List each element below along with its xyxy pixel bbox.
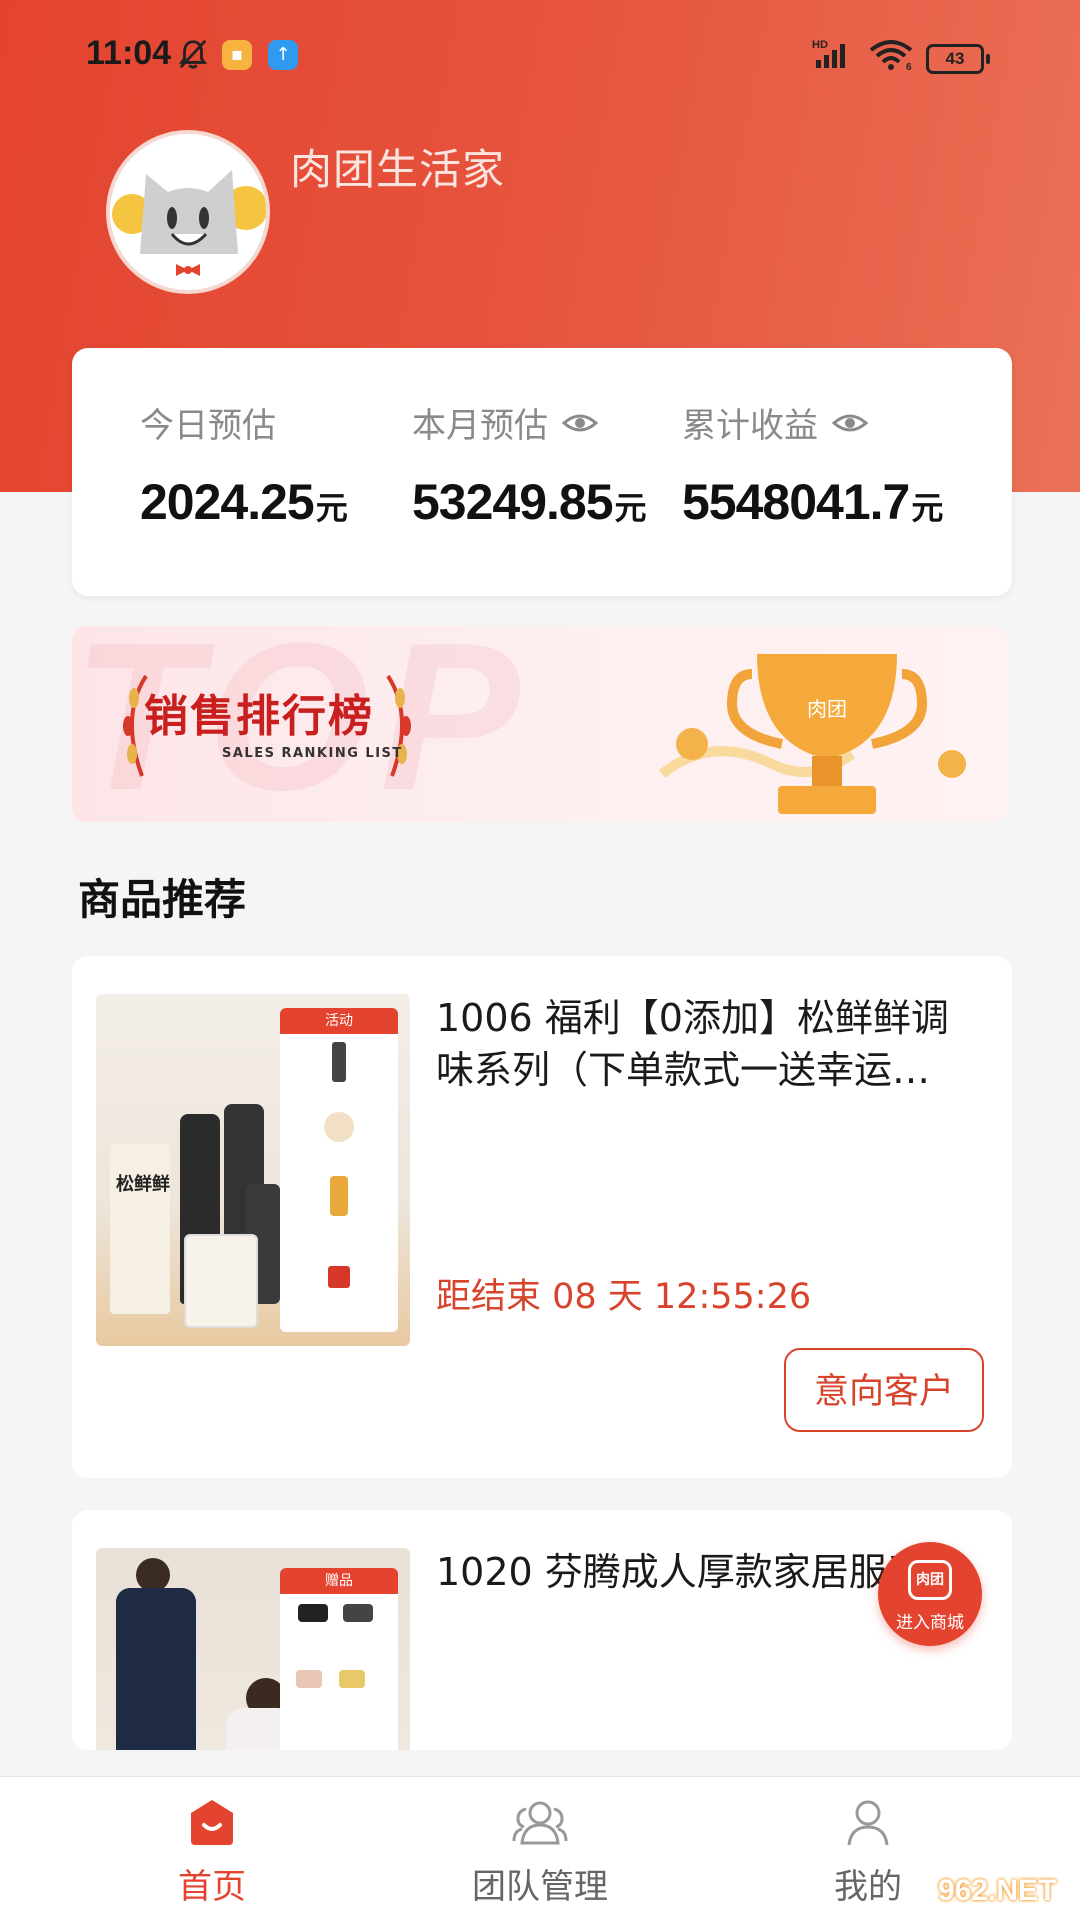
sales-ranking-banner[interactable]: TOP 销售排行榜 SALES RANKING LIST 肉团	[72, 626, 1008, 822]
product-card[interactable]: 赠品 1020 芬腾成人厚款家居服系列	[72, 1510, 1012, 1750]
banner-title: 销售排行榜	[144, 691, 374, 742]
product-title[interactable]: 1006 福利【0添加】松鲜鲜调味系列（下单款式一送幸运…	[436, 992, 972, 1096]
earning-today[interactable]: 今日预估 2024.25元	[140, 398, 348, 531]
gift-tag: 赠品	[280, 1568, 398, 1594]
tab-home[interactable]: 首页	[112, 1797, 312, 1908]
home-icon	[191, 1800, 233, 1845]
product-brand-text: 松鲜鲜	[116, 1174, 170, 1195]
svg-text:6: 6	[906, 62, 912, 70]
earning-month-label: 本月预估	[412, 406, 548, 446]
eye-icon[interactable]	[562, 411, 598, 435]
earning-today-label: 今日预估	[140, 406, 276, 446]
intent-customer-button[interactable]: 意向客户	[784, 1348, 984, 1432]
bell-mute-icon	[178, 39, 208, 69]
enter-mall-button[interactable]: 肉团 进入商城	[878, 1542, 982, 1646]
earning-today-value: 2024.25	[140, 474, 315, 530]
mall-icon: 肉团	[908, 1560, 952, 1600]
earning-month-unit: 元	[614, 490, 647, 526]
watermark: 962.NET	[938, 1874, 1057, 1907]
brand-name: 肉团生活家	[290, 145, 506, 194]
product-card[interactable]: 活动 松鲜鲜 1006 福利【0添加】松鲜鲜调味系列（下单款式一送幸运… 距结束…	[72, 956, 1012, 1478]
avatar[interactable]	[106, 130, 270, 294]
tab-home-label: 首页	[178, 1867, 246, 1907]
status-bar: 11:04 ▪ ↑ HD 6 43	[0, 0, 1080, 110]
earning-total-label: 累计收益	[682, 406, 818, 446]
mascot-avatar-icon	[110, 134, 266, 290]
tab-team-label: 团队管理	[472, 1867, 608, 1907]
earning-total-unit: 元	[911, 490, 943, 526]
banner-subtitle: SALES RANKING LIST	[222, 746, 403, 761]
gift-panel: 赠品	[280, 1568, 398, 1750]
promo-panel: 活动	[280, 1008, 398, 1332]
section-title: 商品推荐	[78, 875, 247, 924]
trophy-icon: 肉团	[658, 654, 966, 814]
earning-total-value: 5548041.7	[682, 474, 910, 530]
user-icon	[847, 1800, 889, 1846]
earning-today-unit: 元	[315, 490, 348, 526]
laurel-right-icon	[386, 674, 411, 777]
earnings-card: 今日预估 2024.25元 本月预估 53249.85元 累计收益 554804…	[72, 348, 1012, 596]
tab-team-management[interactable]: 团队管理	[440, 1797, 640, 1908]
countdown-timer: 距结束 08 天 12:55:26	[436, 1277, 812, 1317]
upload-app-icon: ↑	[268, 40, 298, 70]
svg-text:HD: HD	[812, 39, 828, 51]
product-thumbnail[interactable]: 活动 松鲜鲜	[96, 994, 410, 1346]
earning-month[interactable]: 本月预估 53249.85元	[412, 398, 647, 531]
product-thumbnail[interactable]: 赠品	[96, 1548, 410, 1750]
trophy-label: 肉团	[807, 697, 847, 721]
bottom-tab-bar: 首页 团队管理 我的	[0, 1776, 1080, 1921]
earning-month-value: 53249.85	[412, 474, 614, 530]
eye-icon[interactable]	[832, 411, 868, 435]
promo-tag: 活动	[280, 1008, 398, 1034]
earning-total[interactable]: 累计收益 5548041.7元	[682, 398, 943, 531]
battery-icon: 43	[926, 44, 990, 74]
status-time: 11:04	[86, 34, 172, 72]
hd-signal-icon: HD	[812, 39, 845, 68]
message-app-icon: ▪	[222, 40, 252, 70]
team-icon	[512, 1801, 568, 1845]
wifi-icon: 6	[869, 40, 913, 70]
enter-mall-label: 进入商城	[896, 1613, 964, 1633]
